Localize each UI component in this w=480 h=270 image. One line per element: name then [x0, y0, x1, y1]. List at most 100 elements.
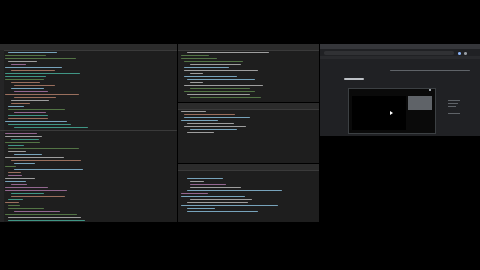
side-action-3[interactable]	[448, 106, 456, 107]
code-line	[8, 175, 22, 176]
code-line	[8, 172, 21, 173]
code-line	[14, 91, 48, 92]
side-action-4[interactable]	[448, 113, 460, 114]
code-line	[5, 136, 42, 137]
code-line	[5, 202, 19, 203]
code-line	[190, 97, 261, 98]
code-line	[5, 133, 37, 134]
code-line	[5, 166, 16, 167]
code-line	[190, 187, 241, 188]
code-line	[184, 76, 237, 77]
side-action-2[interactable]	[448, 103, 458, 104]
left-editor-titlebar	[0, 44, 177, 51]
code-line	[187, 52, 269, 53]
address-bar[interactable]	[324, 51, 454, 55]
code-line	[8, 124, 71, 125]
code-line	[187, 123, 234, 124]
middle-center-pane[interactable]	[178, 103, 319, 163]
code-line	[11, 193, 44, 194]
page-heading-bar	[344, 78, 364, 80]
code-line	[190, 129, 237, 130]
close-icon[interactable]	[429, 89, 431, 91]
side-action-1[interactable]	[448, 100, 460, 101]
middle-bottom-pane[interactable]	[178, 164, 319, 222]
middle-top-output	[181, 52, 317, 100]
middle-center-output	[181, 111, 317, 161]
code-line	[187, 79, 255, 80]
code-line	[8, 61, 37, 62]
middle-top-titlebar	[178, 44, 319, 51]
code-line	[8, 106, 24, 107]
code-line	[187, 208, 215, 209]
code-line	[14, 154, 42, 155]
right-terminal-pane[interactable]	[320, 137, 480, 222]
code-line	[11, 160, 81, 161]
code-line	[8, 118, 48, 119]
code-line	[14, 85, 55, 86]
browser-menu-icon[interactable]	[464, 52, 467, 55]
video-thumbnail[interactable]	[408, 96, 432, 110]
code-line	[8, 220, 85, 221]
code-line	[5, 178, 35, 179]
code-line	[187, 211, 258, 212]
code-line	[187, 94, 250, 95]
code-line	[11, 196, 65, 197]
left-editor-code	[5, 52, 175, 221]
left-editor-gutter	[0, 50, 4, 222]
code-line	[14, 97, 56, 98]
code-line	[184, 61, 243, 62]
code-line	[5, 142, 40, 143]
code-line	[5, 67, 62, 68]
search-icon[interactable]	[458, 52, 461, 55]
code-line	[184, 114, 235, 115]
code-line	[8, 145, 24, 146]
code-line	[187, 178, 223, 179]
code-line	[181, 120, 218, 121]
code-line	[5, 94, 79, 95]
code-line	[11, 139, 39, 140]
code-line	[11, 100, 49, 101]
code-line	[190, 82, 203, 83]
code-line	[5, 181, 26, 182]
code-line	[8, 217, 81, 218]
code-line	[5, 187, 48, 188]
code-line	[14, 169, 83, 170]
code-line	[14, 127, 88, 128]
code-line	[190, 64, 241, 65]
code-line	[8, 148, 79, 149]
code-line	[184, 67, 229, 68]
code-line	[5, 190, 67, 191]
middle-center-titlebar	[178, 103, 319, 110]
code-line	[181, 193, 208, 194]
code-line	[181, 58, 217, 59]
code-line	[184, 126, 246, 127]
code-line	[184, 117, 250, 118]
code-line	[181, 55, 209, 56]
code-line	[11, 88, 44, 89]
code-line	[11, 82, 40, 83]
play-icon[interactable]	[390, 111, 393, 115]
code-line	[8, 205, 20, 206]
code-line	[190, 181, 204, 182]
code-line	[8, 52, 57, 53]
code-line	[5, 79, 44, 80]
middle-top-pane[interactable]	[178, 44, 319, 102]
code-line	[187, 190, 282, 191]
code-line	[184, 70, 258, 71]
code-line	[181, 196, 245, 197]
code-line	[190, 73, 203, 74]
middle-bottom-output	[181, 178, 317, 220]
code-line	[5, 121, 67, 122]
code-line	[181, 111, 206, 112]
code-line	[5, 214, 77, 215]
code-line	[14, 112, 46, 113]
code-line	[11, 103, 30, 104]
video-player[interactable]	[352, 96, 406, 130]
browser-tab-bar[interactable]	[320, 44, 480, 49]
code-line	[5, 73, 80, 74]
code-line	[14, 211, 60, 212]
code-line	[8, 109, 65, 110]
code-line	[8, 151, 26, 152]
left-editor-pane[interactable]	[0, 44, 177, 222]
code-line	[8, 199, 23, 200]
